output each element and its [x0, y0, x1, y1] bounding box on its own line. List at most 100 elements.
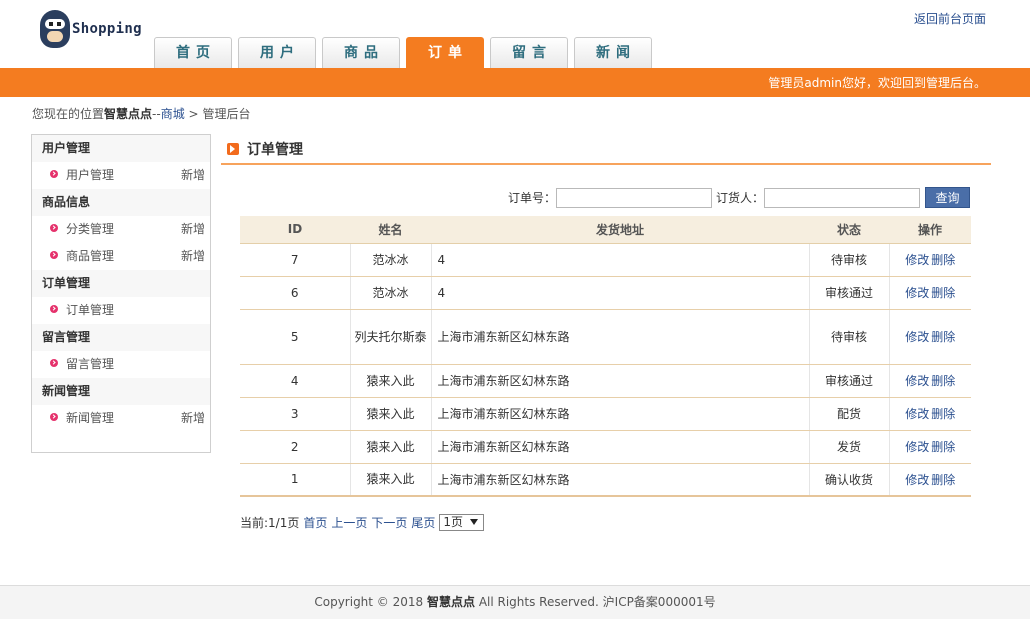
cell-actions: 修改 删除	[889, 243, 971, 277]
column-header-actions: 操作	[889, 216, 971, 244]
cell-status: 待审核	[808, 243, 890, 277]
cell-actions: 修改 删除	[889, 463, 971, 497]
breadcrumb-current: 管理后台	[202, 107, 251, 121]
sidebar-item: 订单管理	[32, 297, 210, 324]
breadcrumb-mall-link[interactable]: 商城	[161, 107, 185, 121]
page-select[interactable]: 1页	[439, 514, 485, 531]
bullet-arrow-icon	[50, 251, 58, 259]
sidebar: 用户管理 用户管理 新增 商品信息 分类管理 新增 商品管理 新增 订单管理 订单管理 留言管理 留言…	[31, 134, 211, 453]
edit-link[interactable]: 修改	[905, 473, 929, 487]
main-nav: 首页 用户 商品 订单 留言 新闻	[154, 37, 652, 68]
cell-name: 范冰冰	[349, 243, 432, 277]
logo[interactable]: Shopping	[40, 8, 150, 50]
sidebar-add-link[interactable]: 新增	[181, 162, 205, 189]
pager-next-link[interactable]: 下一页	[371, 514, 407, 531]
cell-status: 审核通过	[808, 276, 890, 310]
table-row: 5 列夫托尔斯泰 上海市浦东新区幻林东路 待审核 修改 删除	[240, 309, 971, 365]
cell-name: 猿来入此	[349, 364, 432, 398]
cell-id: 1	[240, 463, 350, 497]
sidebar-item-link[interactable]: 商品管理	[66, 249, 114, 263]
sidebar-item: 留言管理	[32, 351, 210, 378]
delete-link[interactable]: 删除	[931, 253, 955, 267]
cell-id: 2	[240, 430, 350, 464]
nav-tab-5[interactable]: 新闻	[574, 37, 652, 68]
orders-table: ID 姓名 发货地址 状态 操作 7 范冰冰 4 待审核 修改 删除 6 范冰冰 4 审核通过 修改…	[240, 216, 971, 497]
breadcrumb-separator: >	[188, 107, 199, 121]
sidebar-item-link[interactable]: 留言管理	[66, 357, 114, 371]
nav-tab-3[interactable]: 订单	[406, 37, 484, 68]
bullet-arrow-icon	[50, 359, 58, 367]
pager-first-link[interactable]: 首页	[303, 514, 327, 531]
cell-status: 配货	[808, 397, 890, 431]
sidebar-add-link[interactable]: 新增	[181, 243, 205, 270]
sidebar-item: 分类管理 新增	[32, 216, 210, 243]
cell-status: 待审核	[808, 309, 890, 365]
cell-id: 6	[240, 276, 350, 310]
nav-tab-4[interactable]: 留言	[490, 37, 568, 68]
sidebar-item-link[interactable]: 订单管理	[66, 303, 114, 317]
monkey-logo-icon	[40, 10, 70, 48]
sidebar-add-link[interactable]: 新增	[181, 405, 205, 432]
delete-link[interactable]: 删除	[931, 330, 955, 344]
pager-prev-link[interactable]: 上一页	[331, 514, 367, 531]
sidebar-group-title: 用户管理	[32, 135, 210, 162]
cell-status: 确认收货	[808, 463, 890, 497]
sidebar-group: 订单管理 订单管理	[32, 270, 210, 324]
sidebar-item: 用户管理 新增	[32, 162, 210, 189]
bullet-arrow-icon	[50, 413, 58, 421]
nav-tab-0[interactable]: 首页	[154, 37, 232, 68]
cell-id: 4	[240, 364, 350, 398]
sidebar-add-link[interactable]: 新增	[181, 216, 205, 243]
pager-last-link[interactable]: 尾页	[411, 514, 435, 531]
cell-actions: 修改 删除	[889, 430, 971, 464]
sidebar-group: 用户管理 用户管理 新增	[32, 135, 210, 189]
sidebar-item: 商品管理 新增	[32, 243, 210, 270]
sidebar-group-title: 商品信息	[32, 189, 210, 216]
sidebar-item-link[interactable]: 用户管理	[66, 168, 114, 182]
breadcrumb-brand: 智慧点点	[104, 107, 153, 121]
column-header-status: 状态	[809, 216, 889, 244]
cell-name: 猿来入此	[349, 430, 432, 464]
table-row: 2 猿来入此 上海市浦东新区幻林东路 发货 修改 删除	[240, 430, 971, 464]
buyer-input[interactable]	[764, 187, 921, 208]
breadcrumb: 您现在的位置智慧点点--商城 > 管理后台	[32, 105, 250, 122]
order-number-label: 订单号：	[508, 191, 557, 205]
buyer-label: 订货人：	[716, 191, 765, 205]
cell-address: 上海市浦东新区幻林东路	[431, 309, 809, 365]
edit-link[interactable]: 修改	[905, 286, 929, 300]
orange-bar: 管理员admin您好，欢迎回到管理后台。	[0, 68, 1030, 97]
nav-tab-2[interactable]: 商品	[322, 37, 400, 68]
nav-tab-1[interactable]: 用户	[238, 37, 316, 68]
cell-address: 4	[431, 243, 809, 277]
sidebar-group: 商品信息 分类管理 新增 商品管理 新增	[32, 189, 210, 270]
sidebar-group-title: 新闻管理	[32, 378, 210, 405]
delete-link[interactable]: 删除	[931, 473, 955, 487]
edit-link[interactable]: 修改	[905, 407, 929, 421]
query-button[interactable]: 查询	[925, 187, 971, 208]
edit-link[interactable]: 修改	[905, 374, 929, 388]
cell-address: 上海市浦东新区幻林东路	[431, 463, 809, 497]
cell-address: 上海市浦东新区幻林东路	[431, 430, 809, 464]
bullet-arrow-icon	[50, 305, 58, 313]
sidebar-item-link[interactable]: 新闻管理	[66, 411, 114, 425]
cell-address: 上海市浦东新区幻林东路	[431, 364, 809, 398]
delete-link[interactable]: 删除	[931, 407, 955, 421]
table-row: 4 猿来入此 上海市浦东新区幻林东路 审核通过 修改 删除	[240, 364, 971, 398]
cell-name: 猿来入此	[349, 463, 432, 497]
table-header-row: ID 姓名 发货地址 状态 操作	[240, 216, 971, 244]
edit-link[interactable]: 修改	[905, 253, 929, 267]
delete-link[interactable]: 删除	[931, 374, 955, 388]
cell-id: 3	[240, 397, 350, 431]
sidebar-group-title: 订单管理	[32, 270, 210, 297]
breadcrumb-prefix: 您现在的位置	[32, 107, 105, 121]
edit-link[interactable]: 修改	[905, 330, 929, 344]
back-to-frontend-link[interactable]: 返回前台页面	[914, 10, 986, 27]
delete-link[interactable]: 删除	[931, 440, 955, 454]
edit-link[interactable]: 修改	[905, 440, 929, 454]
sidebar-item-link[interactable]: 分类管理	[66, 222, 114, 236]
sidebar-item: 新闻管理 新增	[32, 405, 210, 432]
table-row: 3 猿来入此 上海市浦东新区幻林东路 配货 修改 删除	[240, 397, 971, 431]
pagination: 当前:1/1页 首页 上一页 下一页 尾页 1页	[240, 514, 485, 531]
order-number-input[interactable]	[556, 187, 713, 208]
delete-link[interactable]: 删除	[931, 286, 955, 300]
